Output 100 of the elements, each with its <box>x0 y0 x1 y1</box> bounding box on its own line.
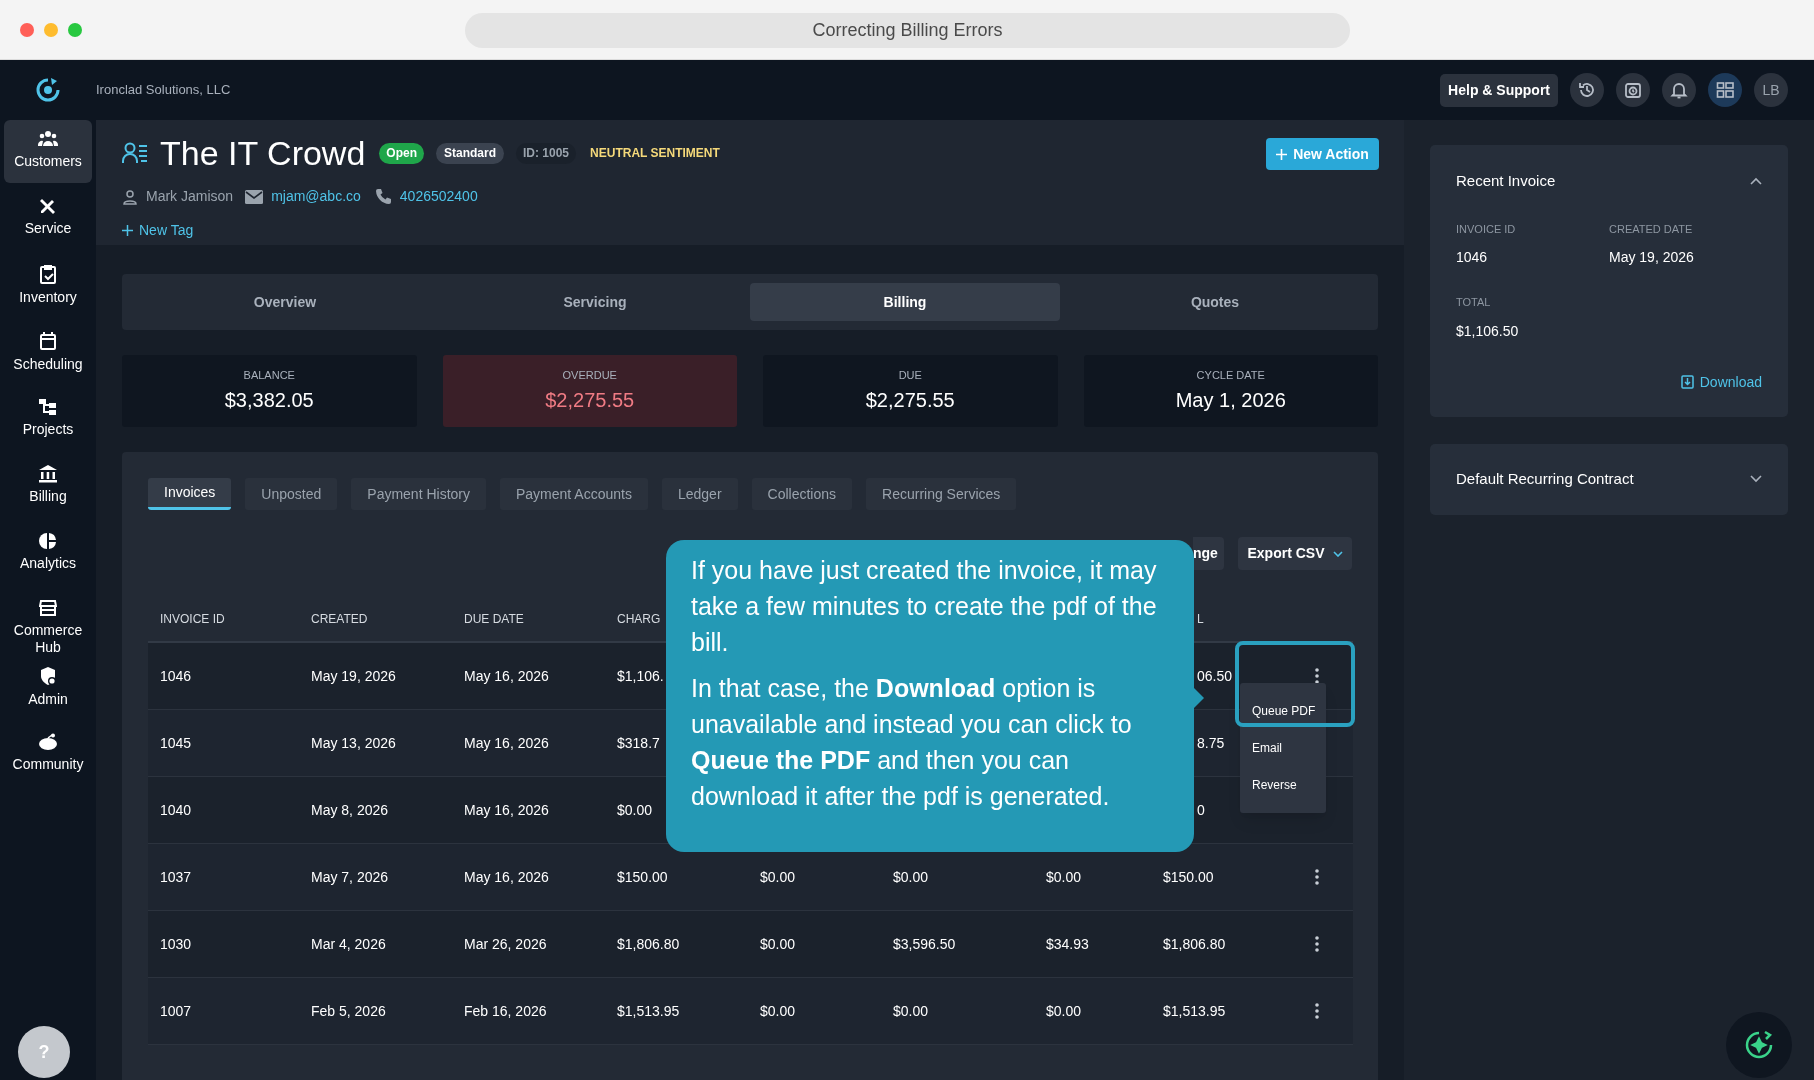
card-title: Recent Invoice <box>1456 171 1556 191</box>
sidebar-item[interactable]: Service <box>4 187 92 254</box>
customer-name: The IT Crowd <box>160 136 366 170</box>
sidebar-item[interactable]: Projects <box>4 388 92 455</box>
chevron-icon[interactable] <box>1750 177 1762 186</box>
stat-label: DUE <box>898 367 922 383</box>
tab[interactable]: Servicing <box>440 283 750 321</box>
more-icon <box>1315 936 1319 952</box>
export-csv-button[interactable]: Export CSV <box>1238 537 1352 570</box>
history-button[interactable] <box>1570 73 1604 107</box>
stat-value: $2,275.55 <box>865 388 955 414</box>
plus-icon <box>122 225 133 236</box>
subtab[interactable]: Unposted <box>245 478 338 510</box>
table-cell-text: 8.75 <box>1197 733 1225 753</box>
table-cell-text: $0.00 <box>760 934 796 954</box>
sidebar-item[interactable]: Community <box>4 723 92 790</box>
callout-text: If you have just created the invoice, it may take a few minutes to create the pdf of the bill. <box>691 555 1158 658</box>
table-cell-text: $0.00 <box>893 867 929 887</box>
blob-icon <box>38 733 58 751</box>
sidebar-item[interactable]: Inventory <box>4 254 92 321</box>
table-cell-text: $1,513.95 <box>1163 1001 1226 1021</box>
sidebar-item[interactable]: Admin <box>4 656 92 723</box>
pie-chart-icon <box>39 532 57 550</box>
download-icon <box>1680 375 1694 389</box>
download-link[interactable]: Download <box>1680 371 1762 393</box>
bell-button[interactable] <box>1662 73 1696 107</box>
chevron-icon[interactable] <box>1750 475 1762 483</box>
table-cell-text: Feb 5, 2026 <box>311 1001 386 1021</box>
more-icon <box>1315 668 1319 684</box>
person-icon <box>122 188 138 205</box>
sidebar-item[interactable]: Billing <box>4 455 92 522</box>
table-cell-text: $0.00 <box>760 1001 796 1021</box>
contact-list-icon <box>122 142 148 164</box>
contact-name: Mark Jamison <box>146 187 234 206</box>
sidebar-item[interactable]: Scheduling <box>4 321 92 388</box>
subtab[interactable]: Invoices <box>148 478 232 510</box>
phone-link[interactable]: 4026502400 <box>399 186 478 207</box>
sparkle-icon <box>1743 1029 1775 1061</box>
caret-icon <box>1332 550 1343 557</box>
storefront-icon <box>39 599 57 617</box>
plus-icon <box>1276 148 1288 160</box>
table-cell-text: Mar 26, 2026 <box>464 934 547 954</box>
table-cell-text: May 8, 2026 <box>311 800 389 820</box>
shield-icon <box>39 666 57 686</box>
table-cell-text: May 16, 2026 <box>464 666 549 686</box>
field-label: TOTAL <box>1456 295 1492 310</box>
subtab[interactable]: Payment History <box>351 478 486 510</box>
menu-item[interactable]: Queue PDF <box>1240 692 1326 730</box>
mail-icon <box>245 189 264 204</box>
table-cell-text: $0.00 <box>1046 867 1082 887</box>
tab[interactable]: Quotes <box>1060 283 1370 321</box>
subtab[interactable]: Collections <box>751 478 853 510</box>
toolbar-button[interactable]: nge <box>1193 537 1224 570</box>
tab[interactable]: Overview <box>130 283 440 321</box>
clipboard-check-icon <box>39 264 57 284</box>
table-cell-text: $3,596.50 <box>893 934 956 954</box>
close-button[interactable] <box>20 22 34 37</box>
table-cell-text: $34.93 <box>1046 934 1089 954</box>
field-value: May 19, 2026 <box>1609 248 1695 267</box>
sidebar-item[interactable]: Commerce Hub <box>4 589 92 656</box>
new-tag-button[interactable]: New Tag <box>122 220 194 241</box>
hierarchy-icon <box>39 398 57 416</box>
user-avatar[interactable]: LB <box>1754 73 1788 107</box>
table-cell-text: $150.00 <box>1163 867 1214 887</box>
phone-icon <box>374 188 392 205</box>
table-cell-text: 1007 <box>160 1001 192 1021</box>
table-cell-text: $1,106. <box>617 666 664 686</box>
table-cell-text: Feb 16, 2026 <box>464 1001 547 1021</box>
help-support-button[interactable]: Help & Support <box>1440 73 1558 107</box>
subtab[interactable]: Recurring Services <box>866 478 1017 510</box>
more-icon <box>1315 869 1319 885</box>
column-header: L <box>1197 611 1204 628</box>
column-header: CREATED <box>310 611 369 628</box>
email-link[interactable]: mjam@abc.co <box>271 186 361 207</box>
sidebar-item[interactable]: Customers <box>4 120 92 183</box>
table-cell-text: May 7, 2026 <box>311 867 389 887</box>
menu-item[interactable]: Reverse <box>1240 766 1326 804</box>
table-cell-text: $318.7 <box>617 733 660 753</box>
table-cell-text: May 16, 2026 <box>464 867 549 887</box>
more-icon <box>1315 1003 1319 1019</box>
table-cell-text: 1040 <box>160 800 192 820</box>
table-cell-text: May 16, 2026 <box>464 733 549 753</box>
stat-value: $3,382.05 <box>224 388 314 414</box>
table-cell-text: 1030 <box>160 934 192 954</box>
table-cell-text: May 19, 2026 <box>311 666 396 686</box>
timer-icon <box>1623 80 1643 100</box>
menu-item[interactable]: Email <box>1240 729 1326 767</box>
table-cell-text: 1046 <box>160 666 192 686</box>
sentiment-label: NEUTRAL SENTIMENT <box>589 145 721 162</box>
subtab[interactable]: Payment Accounts <box>500 478 648 510</box>
card-title: Default Recurring Contract <box>1456 468 1634 489</box>
tab[interactable]: Billing <box>750 283 1060 321</box>
table-cell-text: May 13, 2026 <box>311 733 396 753</box>
dashboard-button[interactable] <box>1708 73 1742 107</box>
subtab[interactable]: Ledger <box>661 478 738 510</box>
window-title: Correcting Billing Errors <box>465 13 1350 48</box>
table-cell-text: $1,806.80 <box>617 934 680 954</box>
timer-button[interactable] <box>1616 73 1650 107</box>
stat-value: $2,275.55 <box>545 388 635 414</box>
sidebar-item[interactable]: Analytics <box>4 522 92 589</box>
